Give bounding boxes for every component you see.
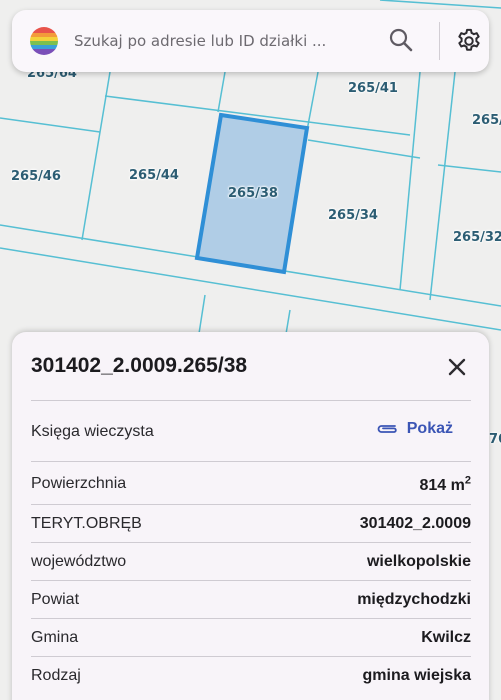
commune-value: Kwilcz [421, 629, 471, 646]
attachment-icon [377, 425, 397, 433]
teryt-value: 301402_2.0009 [359, 515, 471, 532]
divider [31, 656, 471, 657]
divider [31, 618, 471, 619]
close-button[interactable] [442, 352, 472, 382]
voivodeship-label: województwo [31, 553, 127, 570]
show-land-register-button[interactable]: Pokaż [375, 420, 453, 438]
county-value: międzychodzki [357, 591, 471, 608]
search-icon[interactable] [388, 27, 414, 53]
parcel-id-title: 301402_2.0009.265/38 [31, 354, 248, 377]
area-exponent: 2 [464, 474, 471, 487]
parcel-label[interactable]: 265/34 [328, 209, 378, 222]
search-input[interactable] [74, 29, 374, 53]
close-icon[interactable] [442, 352, 472, 382]
type-value: gmina wiejska [362, 667, 472, 684]
search-divider [439, 22, 440, 60]
commune-label: Gmina [31, 629, 79, 646]
divider [31, 504, 471, 505]
county-label: Powiat [31, 591, 80, 608]
parcel-label[interactable]: 265/46 [11, 170, 61, 183]
parcel-label-selected[interactable]: 265/38 [228, 187, 278, 200]
app-screen: 265/64 265/41 265/4 265/46 265/44 265/38… [0, 0, 501, 700]
parcel-label[interactable]: 265/44 [129, 169, 179, 182]
divider [31, 580, 471, 581]
search-bar[interactable] [12, 10, 489, 72]
divider [31, 400, 471, 401]
parcel-label[interactable]: 265/41 [348, 82, 398, 95]
area-value: 814 m2 [419, 474, 472, 496]
parcel-label[interactable]: 76 [489, 433, 501, 446]
area-number: 814 m [419, 477, 465, 494]
land-register-label: Księga wieczysta [31, 423, 154, 440]
gear-icon[interactable] [455, 27, 483, 55]
parcel-label[interactable]: 265/32 [453, 231, 501, 244]
area-label: Powierzchnia [31, 475, 127, 492]
parcel-details-sheet[interactable]: 301402_2.0009.265/38 Księga wieczysta Po… [12, 332, 489, 700]
show-link-label[interactable]: Pokaż [407, 420, 453, 438]
teryt-label: TERYT.OBRĘB [31, 515, 142, 532]
parcel-label[interactable]: 265/4 [472, 114, 501, 127]
divider [31, 461, 471, 462]
rainbow-logo-icon[interactable] [29, 26, 59, 56]
type-label: Rodzaj [31, 667, 81, 684]
divider [31, 542, 471, 543]
voivodeship-value: wielkopolskie [366, 553, 471, 570]
